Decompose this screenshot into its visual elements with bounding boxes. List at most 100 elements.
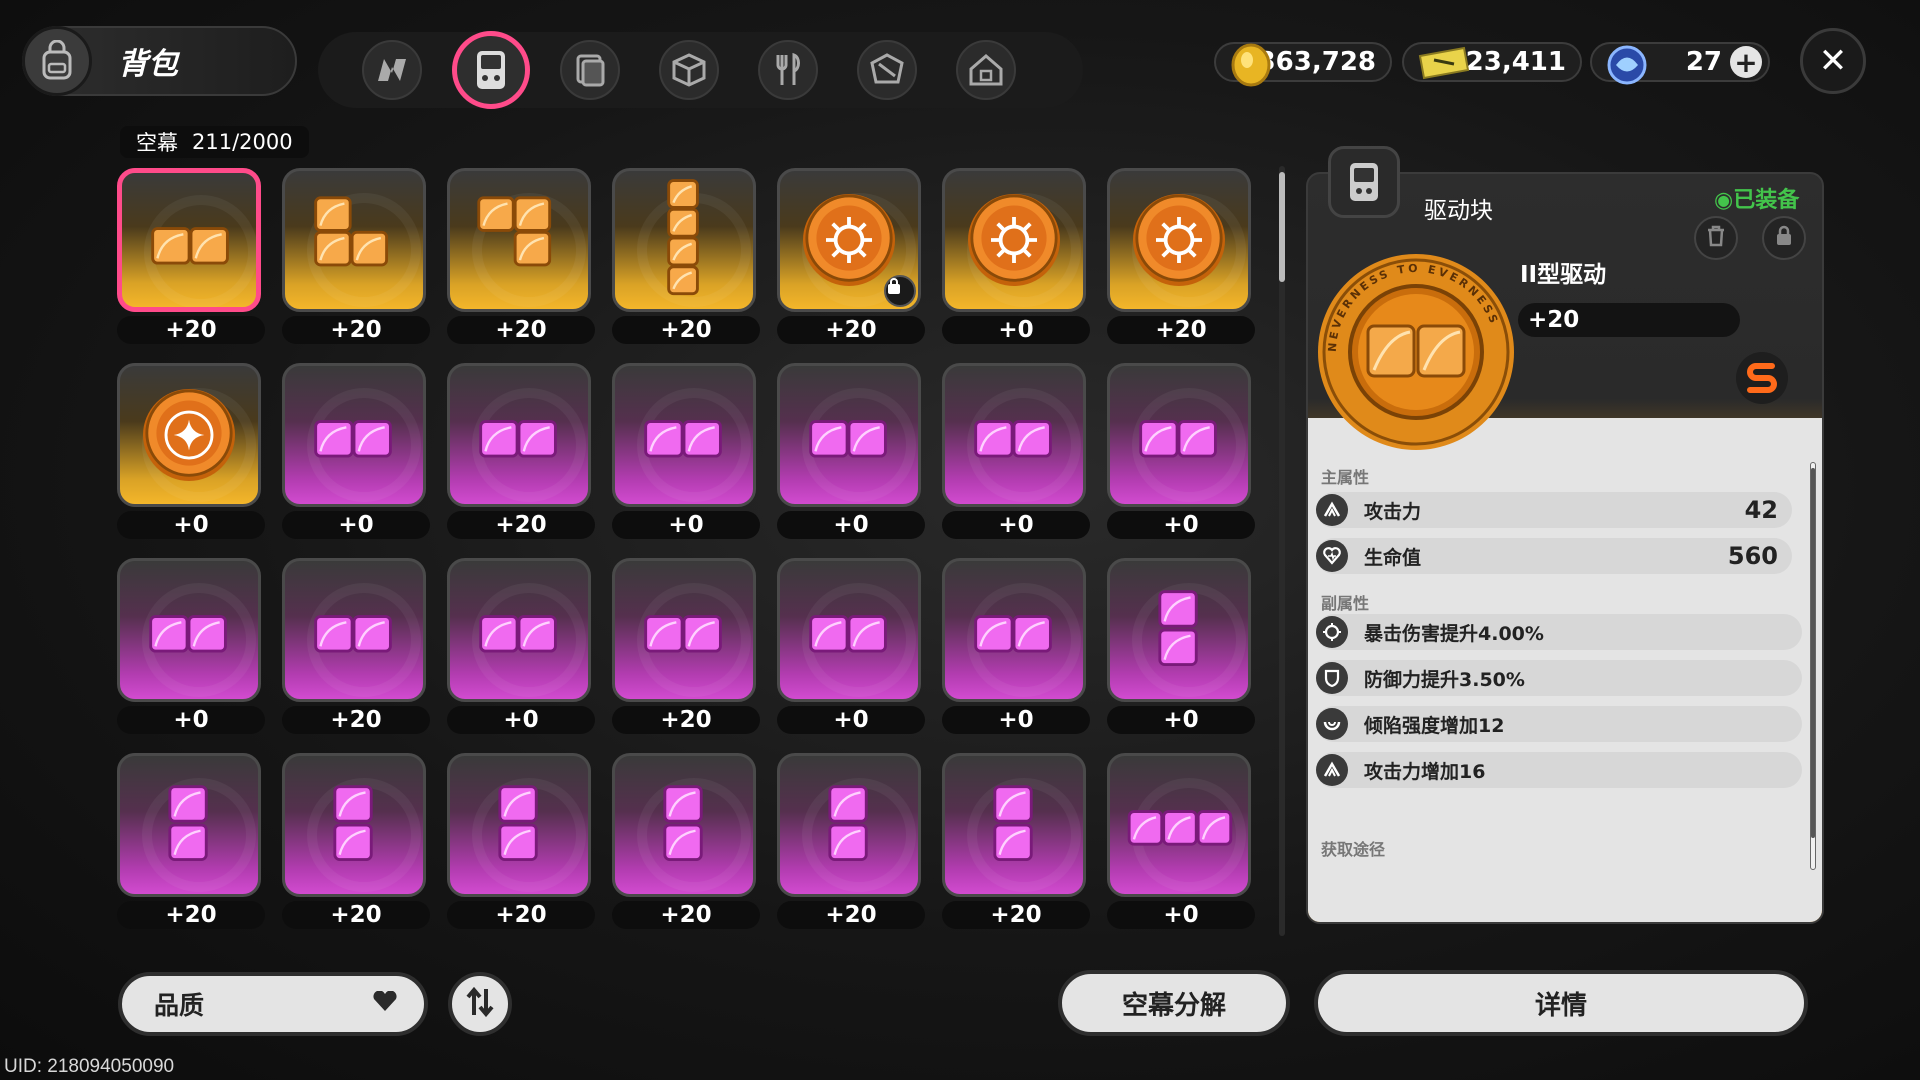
sort-order-button[interactable] — [448, 972, 512, 1036]
drive-disc-slot[interactable] — [117, 558, 261, 702]
inventory-item[interactable]: +20 — [612, 558, 760, 734]
inventory-item[interactable]: +0 — [117, 363, 265, 539]
inventory-item[interactable]: +20 — [282, 753, 430, 929]
fork-knife-icon[interactable] — [758, 40, 818, 100]
decompose-label: 空幕分解 — [1121, 990, 1226, 1021]
inventory-item[interactable]: +0 — [1107, 558, 1255, 734]
sub-stat-name: 倾陷强度增加12 — [1364, 714, 1505, 737]
close-button[interactable]: ✕ — [1800, 28, 1866, 94]
sub-stat-row: 防御力提升3.50% — [1316, 660, 1802, 696]
inventory-label: 空幕 — [136, 131, 178, 155]
item-level-label: +20 — [447, 511, 595, 539]
inventory-item[interactable]: +20 — [942, 753, 1090, 929]
heart-dropdown-icon — [372, 989, 398, 1019]
inventory-item[interactable]: +20 — [612, 168, 760, 344]
item-level-label: +20 — [1107, 316, 1255, 344]
inventory-item[interactable]: +0 — [1107, 753, 1255, 929]
drive-disc-slot[interactable] — [942, 363, 1086, 507]
inventory-item[interactable]: +0 — [942, 168, 1090, 344]
drive-disc-slot[interactable] — [942, 558, 1086, 702]
drive-disc-slot[interactable] — [282, 168, 426, 312]
item-level: +20 — [1518, 303, 1740, 337]
drive-disc-slot[interactable] — [942, 753, 1086, 897]
details-button[interactable]: 详情 — [1314, 970, 1808, 1036]
decompose-button[interactable]: 空幕分解 — [1058, 970, 1290, 1036]
package-icon[interactable] — [857, 40, 917, 100]
drive-disc-slot[interactable] — [447, 753, 591, 897]
inventory-item[interactable]: +0 — [777, 363, 925, 539]
drive-disc-slot[interactable] — [282, 753, 426, 897]
drive-disc-slot[interactable] — [612, 753, 756, 897]
drive-disc-slot[interactable] — [117, 168, 261, 312]
inventory-item[interactable]: +0 — [942, 558, 1090, 734]
house-icon[interactable] — [956, 40, 1016, 100]
main-stat-value: 42 — [1744, 496, 1778, 524]
sub-stats-label: 副属性 — [1321, 594, 1370, 613]
inventory-item[interactable]: +0 — [777, 558, 925, 734]
inventory-item[interactable]: +0 — [117, 558, 265, 734]
inventory-item[interactable]: +20 — [117, 753, 265, 929]
inventory-scroll-thumb[interactable] — [1279, 172, 1285, 282]
inventory-item[interactable]: +0 — [942, 363, 1090, 539]
attack-icon — [1316, 494, 1348, 526]
sub-stat-row: 暴击伤害提升4.00% — [1316, 614, 1802, 650]
inventory-item[interactable]: +0 — [447, 558, 595, 734]
cards-icon[interactable] — [560, 40, 620, 100]
handheld-device-icon[interactable] — [452, 31, 530, 109]
main-stat-row: 生命值 560 — [1316, 538, 1792, 574]
bag-title-bar: 背包 — [22, 26, 297, 96]
drive-disc-medal: NEVERNESS TO EVERNESS — [1316, 252, 1516, 456]
add-polychrome-button[interactable]: + — [1730, 46, 1762, 79]
trash-button[interactable] — [1694, 216, 1738, 260]
crit-icon — [1316, 616, 1348, 648]
inventory-item[interactable]: +0 — [282, 363, 430, 539]
drive-disc-slot[interactable] — [282, 363, 426, 507]
drive-disc-slot[interactable] — [777, 363, 921, 507]
drive-disc-slot[interactable] — [1107, 168, 1251, 312]
inventory-item[interactable]: +0 — [1107, 363, 1255, 539]
inventory-item[interactable]: +20 — [282, 168, 430, 344]
drive-disc-slot[interactable] — [1107, 363, 1251, 507]
inventory-scrollbar[interactable] — [1279, 166, 1285, 936]
n-logo-icon[interactable] — [362, 40, 422, 100]
inventory-item[interactable]: +20 — [117, 168, 265, 344]
sub-stat-name: 攻击力增加16 — [1364, 760, 1486, 783]
item-level-label: +20 — [117, 316, 265, 344]
page-title: 背包 — [118, 47, 178, 82]
quality-filter-dropdown[interactable]: 品质 — [118, 972, 428, 1036]
item-level-label: +20 — [117, 901, 265, 929]
drive-disc-slot[interactable] — [1107, 753, 1251, 897]
drive-disc-slot[interactable] — [777, 753, 921, 897]
inventory-item[interactable]: +20 — [777, 753, 925, 929]
inventory-item[interactable]: +20 — [612, 753, 760, 929]
item-level-label: +20 — [777, 901, 925, 929]
item-level-label: +20 — [282, 706, 430, 734]
sub-stat-row: 攻击力增加16 — [1316, 752, 1802, 788]
box-icon[interactable] — [659, 40, 719, 100]
polychrome-counter: 27 + — [1590, 42, 1770, 85]
drive-disc-slot[interactable] — [1107, 558, 1251, 702]
drive-disc-slot[interactable] — [777, 168, 921, 312]
inventory-item[interactable]: +0 — [612, 363, 760, 539]
inventory-item[interactable]: +20 — [1107, 168, 1255, 344]
drive-disc-slot[interactable] — [447, 168, 591, 312]
drive-disc-slot[interactable] — [447, 558, 591, 702]
drive-disc-slot[interactable] — [777, 558, 921, 702]
inventory-item[interactable]: +20 — [447, 168, 595, 344]
drive-disc-slot[interactable] — [942, 168, 1086, 312]
lock-button[interactable] — [1762, 216, 1806, 260]
drive-disc-slot[interactable] — [612, 168, 756, 312]
drive-disc-slot[interactable] — [117, 363, 261, 507]
inventory-item[interactable]: +20 — [282, 558, 430, 734]
detail-scroll-thumb[interactable] — [1811, 468, 1815, 838]
item-level-label: +0 — [447, 706, 595, 734]
inventory-item[interactable]: +20 — [777, 168, 925, 344]
drive-disc-slot[interactable] — [447, 363, 591, 507]
inventory-item[interactable]: +20 — [447, 363, 595, 539]
inventory-item[interactable]: +20 — [447, 753, 595, 929]
drive-disc-slot[interactable] — [117, 753, 261, 897]
drive-disc-slot[interactable] — [612, 558, 756, 702]
main-stat-name: 攻击力 — [1364, 500, 1422, 523]
drive-disc-slot[interactable] — [612, 363, 756, 507]
drive-disc-slot[interactable] — [282, 558, 426, 702]
